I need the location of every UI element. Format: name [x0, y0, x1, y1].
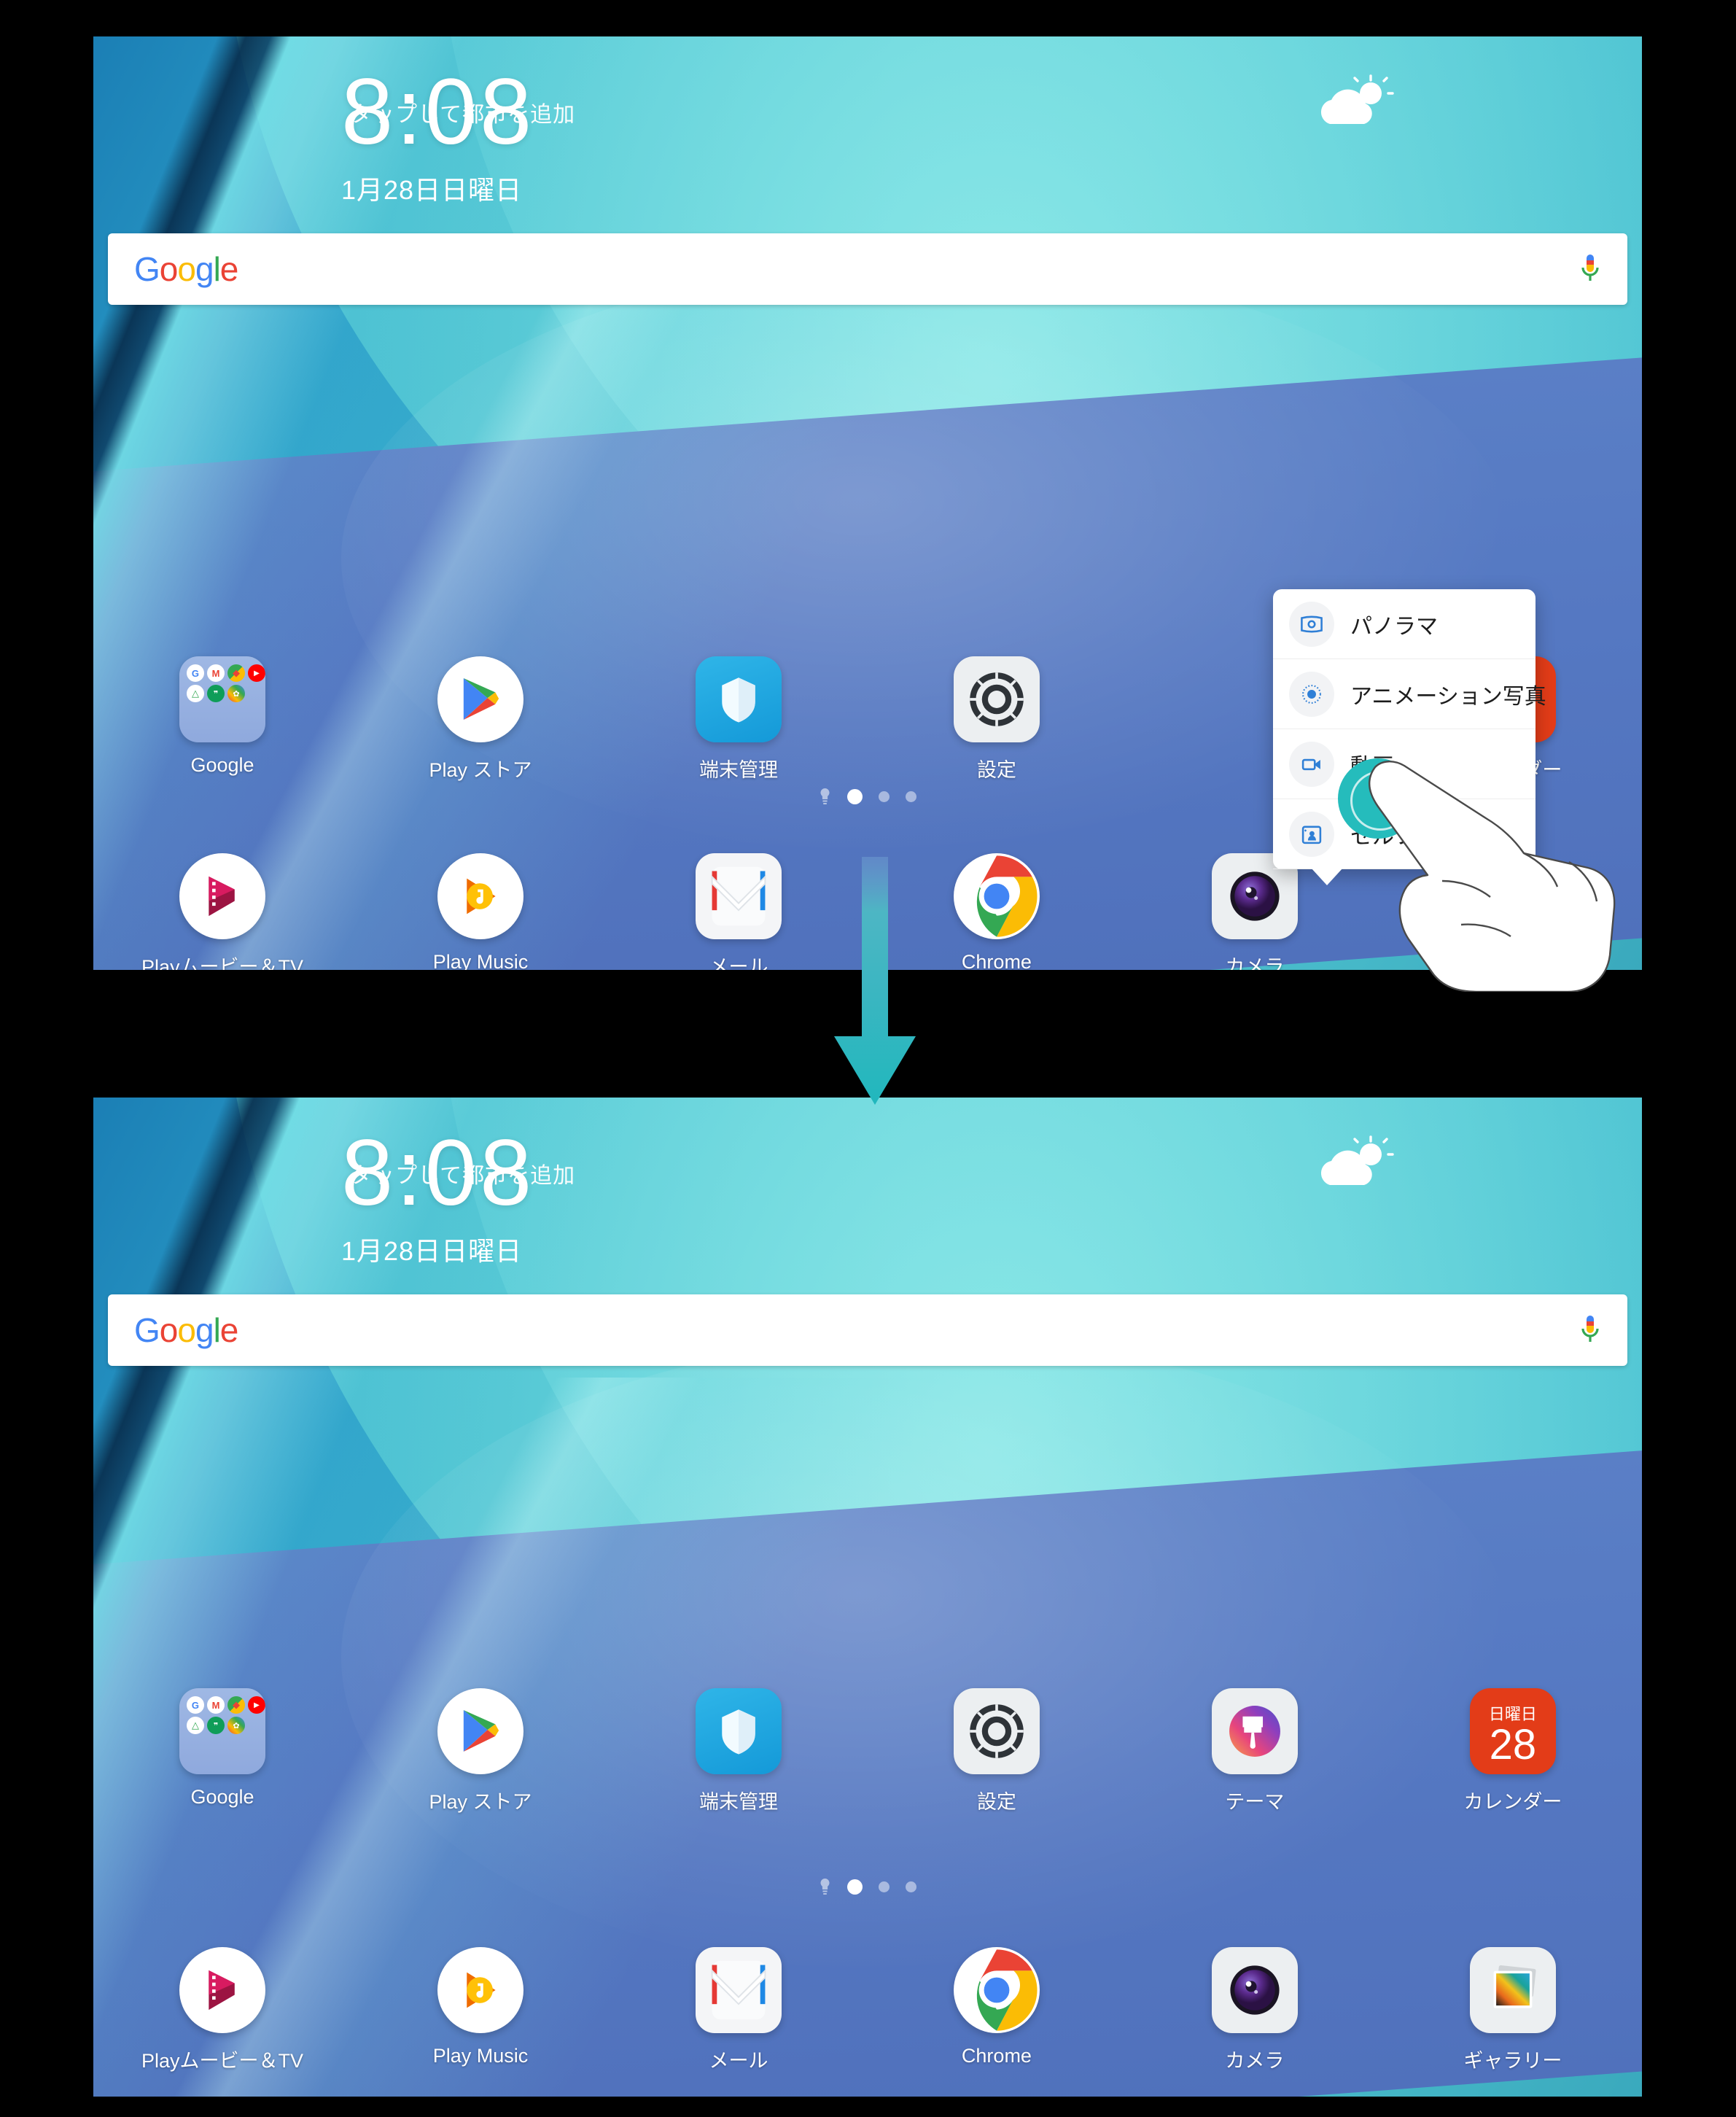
app-play-movies[interactable]: Playムービー＆TV: [93, 1947, 351, 2073]
google-search-bar[interactable]: Google: [108, 1294, 1627, 1366]
lightbulb-icon[interactable]: [819, 1878, 831, 1895]
app-themes[interactable]: テーマ: [1126, 1688, 1384, 1814]
down-arrow-icon: [831, 857, 919, 1105]
microphone-icon[interactable]: [1579, 253, 1601, 285]
tap-hand-icon: [1305, 751, 1619, 993]
app-play-movies[interactable]: Playムービー＆TV: [93, 853, 351, 970]
google-search-bar[interactable]: Google: [108, 233, 1627, 305]
partly-cloudy-icon: [1314, 71, 1394, 137]
app-label: ギャラリー: [1463, 2050, 1562, 2072]
clock-widget[interactable]: 8:08 1月28日日曜日: [341, 1127, 534, 1268]
page-indicator-bottom[interactable]: [93, 1878, 1642, 1895]
page-dot[interactable]: [906, 791, 916, 802]
app-settings[interactable]: 設定: [868, 656, 1126, 782]
chrome-icon: [953, 1947, 1040, 2033]
email-icon: [695, 853, 782, 939]
google-folder-icon: G M ◆ ▶ △ ❞ ✿: [179, 1688, 265, 1774]
app-label: Play Music: [432, 2045, 529, 2067]
app-email[interactable]: メール: [610, 853, 868, 970]
play-music-icon: [437, 1947, 523, 2033]
microphone-icon[interactable]: [1579, 1314, 1601, 1346]
app-calendar[interactable]: 日曜日 28 カレンダー: [1384, 1688, 1642, 1814]
app-label: Google: [190, 754, 254, 776]
play-store-icon: [437, 1688, 523, 1774]
app-phone-manager[interactable]: 端末管理: [610, 1688, 868, 1814]
tutorial-figure: 8:08 1月28日日曜日 タップして都市を追加 Google G M ◆ ▶ …: [0, 0, 1736, 2117]
add-city-hint[interactable]: タップして都市を追加: [350, 1157, 575, 1189]
dock-row-bottom: Playムービー＆TV Play Music メール Chrome カメラ ギャ…: [93, 1947, 1642, 2073]
clock-widget[interactable]: 8:08 1月28日日曜日: [341, 66, 534, 207]
app-label: テーマ: [1225, 1791, 1285, 1813]
app-label: カメラ: [1225, 2050, 1285, 2072]
app-phone-manager[interactable]: 端末管理: [610, 656, 868, 782]
page-dot-active[interactable]: [847, 1879, 863, 1895]
app-gallery[interactable]: ギャラリー: [1384, 1947, 1642, 2073]
app-label: Play ストア: [429, 1791, 532, 1813]
app-label: メール: [709, 2050, 768, 2072]
app-label: Play Music: [432, 951, 529, 970]
gallery-icon: [1469, 1947, 1556, 2033]
menu-item-label: アニメーション写真: [1350, 684, 1546, 709]
camera-icon: [1211, 1947, 1298, 2033]
app-label: カレンダー: [1463, 1791, 1562, 1813]
tablet-screen-after: 8:08 1月28日日曜日 タップして都市を追加 Google G M ◆ ▶ …: [93, 1098, 1642, 2097]
menu-item-panorama[interactable]: パノラマ: [1273, 589, 1535, 659]
app-play-store[interactable]: Play ストア: [351, 1688, 610, 1814]
settings-gear-icon: [953, 1688, 1040, 1774]
google-logo: Google: [134, 250, 238, 288]
partly-cloudy-icon: [1314, 1133, 1394, 1198]
page-dot[interactable]: [906, 1881, 916, 1892]
app-label: 端末管理: [698, 759, 778, 781]
settings-gear-icon: [953, 656, 1040, 742]
app-play-music[interactable]: Play Music: [351, 1947, 610, 2073]
app-label: Chrome: [961, 951, 1032, 970]
animated-photo-icon: [1289, 671, 1334, 717]
clock-date: 1月28日日曜日: [341, 175, 523, 205]
add-city-hint[interactable]: タップして都市を追加: [350, 96, 575, 128]
app-settings[interactable]: 設定: [868, 1688, 1126, 1814]
app-label: 設定: [976, 759, 1016, 781]
play-movies-icon: [179, 853, 265, 939]
google-logo: Google: [134, 1311, 238, 1349]
app-google-folder[interactable]: G M ◆ ▶ △ ❞ ✿ Google: [93, 656, 351, 782]
app-label: メール: [709, 956, 768, 970]
app-email[interactable]: メール: [610, 1947, 868, 2073]
app-chrome[interactable]: Chrome: [868, 1947, 1126, 2073]
page-dot[interactable]: [879, 1881, 890, 1892]
app-play-store[interactable]: Play ストア: [351, 656, 610, 782]
calendar-day: 28: [1489, 1721, 1537, 1769]
app-label: 端末管理: [698, 1791, 778, 1813]
chrome-icon: [953, 853, 1040, 939]
app-row-bottom: G M ◆ ▶ △ ❞ ✿ Google Play ストア 端末管理 設定 テー…: [93, 1688, 1642, 1814]
menu-item-label: パノラマ: [1350, 614, 1438, 639]
panorama-icon: [1289, 601, 1334, 647]
app-label: Play ストア: [429, 759, 532, 781]
app-label: Playムービー＆TV: [141, 2050, 303, 2072]
app-label: カメラ: [1225, 956, 1285, 970]
menu-item-animated-photo[interactable]: アニメーション写真: [1273, 659, 1546, 729]
play-music-icon: [437, 853, 523, 939]
play-movies-icon: [179, 1947, 265, 2033]
app-google-folder[interactable]: G M ◆ ▶ △ ❞ ✿ Google: [93, 1688, 351, 1814]
email-icon: [695, 1947, 782, 2033]
app-label: Chrome: [961, 2045, 1032, 2067]
page-dot[interactable]: [879, 791, 890, 802]
calendar-icon: 日曜日 28: [1469, 1688, 1556, 1774]
play-store-icon: [437, 656, 523, 742]
app-play-music[interactable]: Play Music: [351, 853, 610, 970]
app-label: Playムービー＆TV: [141, 956, 303, 970]
google-folder-icon: G M ◆ ▶ △ ❞ ✿: [179, 656, 265, 742]
page-dot-active[interactable]: [847, 788, 863, 804]
themes-icon: [1211, 1688, 1298, 1774]
app-label: Google: [190, 1786, 254, 1808]
phone-manager-icon: [695, 656, 782, 742]
lightbulb-icon[interactable]: [819, 788, 831, 805]
clock-date: 1月28日日曜日: [341, 1236, 523, 1266]
app-camera[interactable]: カメラ: [1126, 1947, 1384, 2073]
phone-manager-icon: [695, 1688, 782, 1774]
app-label: 設定: [976, 1791, 1016, 1813]
